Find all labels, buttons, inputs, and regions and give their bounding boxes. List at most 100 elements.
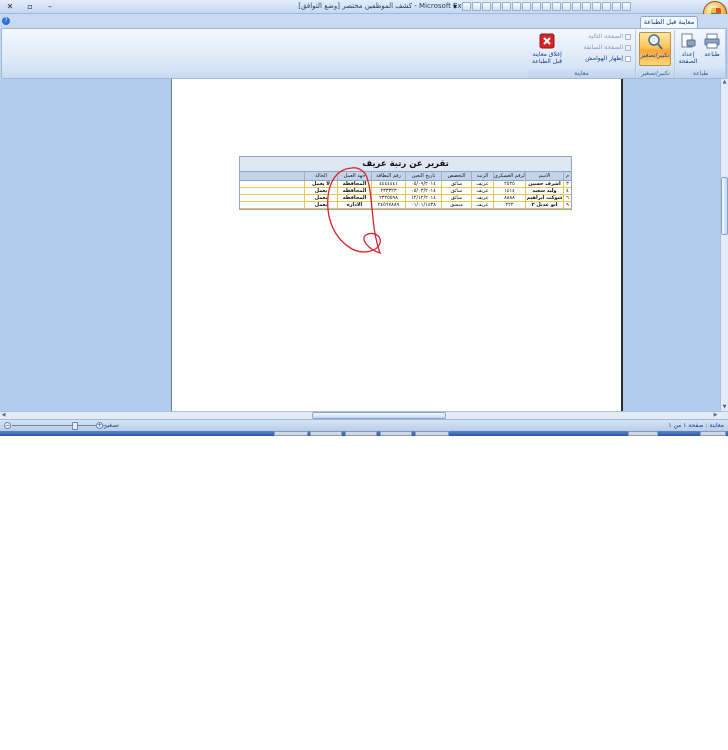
group-preview: الصفحة التالية الصفحة السابقة إظهار الهو… <box>528 30 636 78</box>
table-cell: عريف <box>471 195 493 201</box>
taskbar-item[interactable] <box>415 431 449 436</box>
column-header: م <box>563 172 571 180</box>
qat-button-icon[interactable] <box>552 2 561 11</box>
taskbar-item[interactable] <box>274 431 308 436</box>
report-title: تقرير عن رتبة عريف <box>240 157 571 172</box>
table-cell: يعمل <box>304 202 337 208</box>
page-setup-button-label: إعداد الصفحة <box>678 51 698 65</box>
table-row: ٣ اشرف حسين ٢٥٢٥ عريف سائق ٠٥/٠٩/٢٠١٤ ٤٤٤٤٤٤١ ا… <box>240 181 571 188</box>
table-cell: يعمل <box>304 195 337 201</box>
table-cell: عريف <box>471 188 493 194</box>
group-print: طباعة إعداد الصفحة طباعة <box>676 30 726 78</box>
column-header: جهة العمل <box>337 172 371 180</box>
zoom-out-icon[interactable]: − <box>4 422 11 429</box>
taskbar-item[interactable] <box>345 431 377 436</box>
qat-customize-button[interactable]: ▾ <box>448 1 462 12</box>
table-cell: منسق <box>441 202 471 208</box>
ribbon-tab-row: ? معاينة قبل الطباعة <box>0 14 728 28</box>
scroll-left-icon[interactable]: ◀ <box>0 412 7 419</box>
table-cell: ٠١/٠١/١٤٣٨ <box>405 202 441 208</box>
qat-button-icon[interactable] <box>612 2 621 11</box>
zoom-in-icon[interactable]: + <box>96 422 103 429</box>
horizontal-scroll-thumb[interactable] <box>312 412 446 419</box>
close-preview-label: إغلاق معاينة قبل الطباعة <box>532 51 562 65</box>
show-margins-checkbox[interactable]: إظهار الهوامش <box>585 55 631 63</box>
qat-button-icon[interactable] <box>532 2 541 11</box>
table-cell: ١٢/١٢/٢٠١٤ <box>405 195 441 201</box>
printer-icon <box>704 33 720 49</box>
minimize-button[interactable]: – <box>43 1 57 12</box>
qat-button-icon[interactable] <box>622 2 631 11</box>
qat-button-icon[interactable] <box>582 2 591 11</box>
qat-button-icon[interactable] <box>492 2 501 11</box>
table-cell: المحافظة <box>337 195 371 201</box>
report-header-row: م الاسم الرقم العسكري الرتبة التخصص تاريخ الت… <box>240 172 571 181</box>
table-cell: ٠٥/٠٩/٢٠١٤ <box>405 181 441 187</box>
horizontal-scrollbar[interactable]: ◀ ▶ <box>0 411 728 419</box>
qat-button-icon[interactable] <box>522 2 531 11</box>
column-header: تاريخ التعين <box>405 172 441 180</box>
zoom-button[interactable]: تكبير/تصغير <box>639 32 671 66</box>
vertical-scroll-thumb[interactable] <box>721 177 728 235</box>
table-row: ٤ وليد سعيد ١٤١٤ عريف سائق ٠٥/٠٣/٢٠١٤ ٢٣٣٣٢٣ ال… <box>240 188 571 195</box>
column-header: الرقم العسكري <box>493 172 525 180</box>
column-header: رقم البطاقة <box>371 172 405 180</box>
print-preview-page[interactable]: تقرير عن رتبة عريف م الاسم الرقم العسكري ال… <box>171 79 623 411</box>
print-button[interactable]: طباعة <box>700 32 724 58</box>
report-body: ٣ اشرف حسين ٢٥٢٥ عريف سائق ٠٥/٠٩/٢٠١٤ ٤٤٤٤٤٤١ ا… <box>240 181 571 209</box>
page-setup-icon <box>681 33 696 48</box>
previous-page-button[interactable]: الصفحة السابقة <box>584 44 631 52</box>
close-preview-button[interactable]: إغلاق معاينة قبل الطباعة <box>529 32 565 65</box>
help-icon[interactable]: ? <box>2 17 10 25</box>
column-header: التخصص <box>441 172 471 180</box>
show-margins-label: إظهار الهوامش <box>585 55 623 62</box>
table-cell: المحافظة <box>337 181 371 187</box>
table-row: ٩ ابو عديل ٢ ٢٢٢ عريف منسق ٠١/٠١/١٤٣٨ ٢٤٥٦٧٨٨٩… <box>240 202 571 209</box>
tab-print-preview[interactable]: معاينة قبل الطباعة <box>640 16 698 28</box>
taskbar-item[interactable] <box>700 431 726 436</box>
qat-button-icon[interactable] <box>472 2 481 11</box>
vertical-scrollbar[interactable]: ▲ ▼ <box>720 79 728 411</box>
qat-button-icon[interactable] <box>462 2 471 11</box>
table-cell: ٩ <box>563 202 571 208</box>
zoom-slider-knob[interactable] <box>72 422 78 430</box>
ribbon: طباعة إعداد الصفحة طباعة تكبير/تصغير تكب… <box>1 28 727 79</box>
table-cell: لا يعمل <box>304 181 337 187</box>
restore-button[interactable]: ▫ <box>23 1 37 12</box>
table-cell: وليد سعيد <box>525 188 563 194</box>
table-cell: ٤٤٤٤٤٤١ <box>371 181 405 187</box>
table-cell: عريف <box>471 181 493 187</box>
group-zoom-label: تكبير/تصغير <box>637 69 674 78</box>
quick-access-toolbar <box>462 2 631 11</box>
next-page-button[interactable]: الصفحة التالية <box>588 33 631 41</box>
qat-button-icon[interactable] <box>542 2 551 11</box>
status-bar: − + تصغير معاينة : صفحة ١ من ١ <box>0 419 728 431</box>
qat-button-icon[interactable] <box>592 2 601 11</box>
qat-button-icon[interactable] <box>572 2 581 11</box>
scroll-right-icon[interactable]: ▶ <box>712 412 719 419</box>
column-header: الرتبة <box>471 172 493 180</box>
taskbar-item[interactable] <box>310 431 342 436</box>
page-setup-button[interactable]: إعداد الصفحة <box>676 32 700 65</box>
next-page-icon <box>625 34 631 40</box>
table-cell: شوكت ابراهيم <box>525 195 563 201</box>
qat-button-icon[interactable] <box>562 2 571 11</box>
table-cell: الادارة <box>337 202 371 208</box>
table-cell: ١٤١٤ <box>493 188 525 194</box>
taskbar-item[interactable] <box>628 431 658 436</box>
qat-button-icon[interactable] <box>512 2 521 11</box>
qat-button-icon[interactable] <box>482 2 491 11</box>
table-row: ٦ شوكت ابراهيم ٨٨٨٨ عريف سائق ١٢/١٢/٢٠١٤ ٢٣٢٥٥… <box>240 195 571 202</box>
scroll-up-icon[interactable]: ▲ <box>721 79 728 86</box>
scroll-down-icon[interactable]: ▼ <box>721 404 728 411</box>
qat-button-icon[interactable] <box>502 2 511 11</box>
qat-button-icon[interactable] <box>602 2 611 11</box>
previous-page-icon <box>625 45 631 51</box>
table-cell: ٠٥/٠٣/٢٠١٤ <box>405 188 441 194</box>
close-button[interactable]: ✕ <box>3 1 17 12</box>
taskbar-item[interactable] <box>380 431 412 436</box>
table-cell: ٢٣٢٥٥٩٨ <box>371 195 405 201</box>
table-cell: يعمل <box>304 188 337 194</box>
group-print-label: طباعة <box>676 69 725 78</box>
table-cell: سائق <box>441 181 471 187</box>
